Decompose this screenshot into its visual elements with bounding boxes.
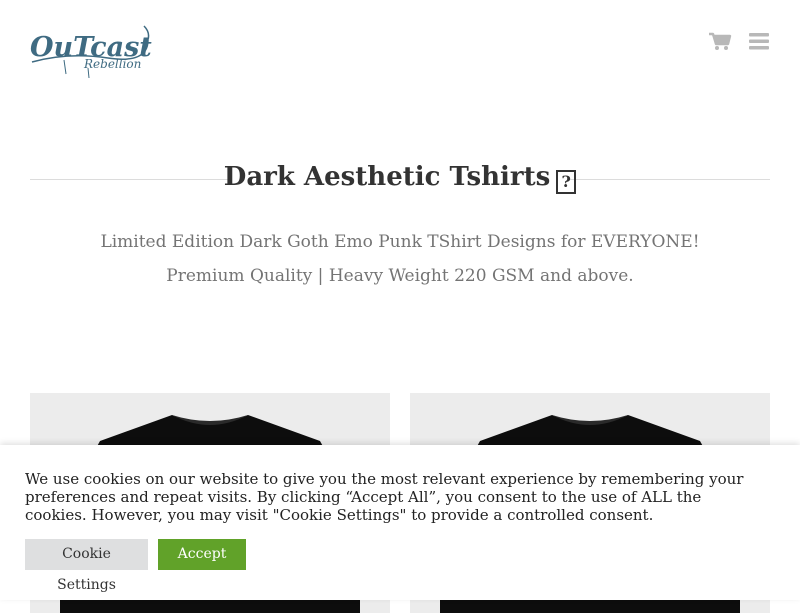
page-title-text: Dark Aesthetic Tshirts (223, 162, 551, 192)
page-title-row: Dark Aesthetic Tshirts? (30, 160, 770, 200)
missing-glyph-icon: ? (556, 170, 577, 194)
page-title: Dark Aesthetic Tshirts? (30, 162, 770, 194)
hamburger-menu-icon[interactable] (747, 29, 771, 53)
site-header: OuTcast Rebellion (0, 0, 800, 100)
shopping-cart-icon[interactable] (708, 29, 732, 53)
outcast-logo-graphic: OuTcast Rebellion (30, 25, 152, 79)
cookie-consent-text: We use cookies on our website to give yo… (25, 470, 744, 524)
logo-tagline: Rebellion (83, 57, 141, 71)
cookie-settings-button[interactable]: Cookie Settings (25, 539, 148, 593)
accept-all-button[interactable]: Accept All (158, 539, 246, 593)
cookie-consent-banner: We use cookies on our website to give yo… (0, 445, 800, 600)
site-logo[interactable]: OuTcast Rebellion (28, 22, 152, 80)
page-subtitle-line-1: Limited Edition Dark Goth Emo Punk TShir… (100, 232, 700, 252)
page-subtitle-line-2: Premium Quality | Heavy Weight 220 GSM a… (166, 266, 634, 286)
